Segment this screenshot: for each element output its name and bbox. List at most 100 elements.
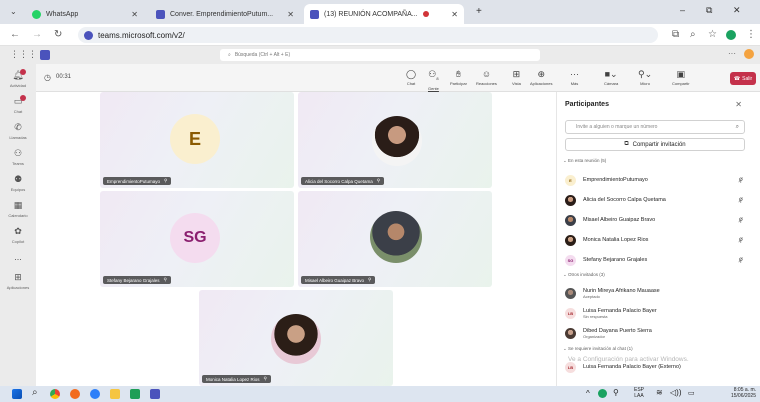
participant-name: Misael Albeiro Guaipaz Bravo — [305, 277, 365, 283]
tray-chevron-icon[interactable]: ^ — [586, 389, 590, 398]
new-tab-icon[interactable]: + — [476, 6, 482, 17]
rail-item-teams[interactable]: ⚇ Teams — [0, 144, 36, 170]
rail-item-calendar[interactable]: ▦ Calendario — [0, 196, 36, 222]
teams-icon[interactable] — [150, 389, 160, 399]
search-input[interactable]: ⌕ Búsqueda (Ctrl + Alt + E) — [220, 49, 540, 61]
section-invited[interactable]: ⌄ Otros invitados (3) — [563, 272, 605, 278]
tool-label: Aplicaciones — [530, 81, 553, 86]
video-tile[interactable]: Misael Albeiro Guaipaz Bravo ⚲ — [298, 191, 492, 287]
profile-avatar[interactable] — [726, 30, 736, 40]
file-explorer-icon[interactable] — [110, 389, 120, 399]
participant-row[interactable]: Alicia del Socorro Calpa Quetama ⚲̸ — [565, 191, 749, 209]
more-options-icon[interactable]: ··· — [728, 49, 736, 58]
rail-item-activity[interactable]: 🔔︎ Actividad — [0, 66, 36, 92]
back-icon[interactable]: ← — [10, 29, 20, 40]
participant-name: Dibed Dayana Puerto Sierra — [583, 327, 652, 334]
mic-button[interactable]: ⚲⌄ Micro — [638, 69, 652, 86]
bookmark-star-icon[interactable]: ☆ — [708, 29, 717, 40]
avatar — [565, 287, 576, 299]
browser-menu-icon[interactable]: ⋮ — [746, 29, 756, 40]
participant-name-tag: EmprendimientoPutumayo ⚲ — [103, 177, 172, 185]
tool-label: Gente — [428, 85, 439, 91]
people-button[interactable]: ⚇8 Gente — [428, 69, 439, 91]
participant-row[interactable]: Monica Natalia Lopez Rios ⚲̸ — [565, 231, 749, 249]
meeting-toolbar: ◷ 00:31 ◯ Chat ⚇8 Gente ✋︎ Participar ☺ Reac… — [36, 64, 760, 92]
battery-icon[interactable]: ▭ — [688, 389, 695, 397]
participant-row[interactable]: SG Stefany Bejarano Grajales ⚲̸ — [565, 251, 749, 269]
teams-logo-icon — [40, 50, 50, 60]
tool-label: Cámara — [604, 81, 619, 86]
chat-button[interactable]: ◯ Chat — [406, 69, 416, 86]
tool-label: Vista — [512, 81, 521, 86]
clock[interactable]: 8:05 a. m. 15/06/2025 — [704, 387, 756, 399]
app-icon[interactable] — [130, 389, 140, 399]
invited-row[interactable]: Dibed Dayana Puerto Sierra Organizador — [565, 324, 749, 342]
wifi-icon[interactable]: ≋ — [656, 388, 663, 397]
forward-icon[interactable]: → — [32, 29, 42, 40]
tray-app-icon[interactable] — [598, 389, 607, 398]
avatar — [271, 314, 321, 364]
tool-label: Más — [570, 81, 579, 86]
tab-meeting[interactable]: (13) REUNIÓN ACOMPAÑA... ✕ — [304, 4, 464, 24]
video-tile[interactable]: Monica Natalia Lopez Rios ⚲ — [199, 290, 393, 386]
language-indicator[interactable]: ESP LAA — [634, 387, 644, 399]
video-tile[interactable]: E EmprendimientoPutumayo ⚲ — [100, 92, 294, 188]
video-tile[interactable]: Alicia del Socorro Calpa Quetama ⚲ — [298, 92, 492, 188]
site-info-icon[interactable] — [84, 30, 93, 40]
start-icon[interactable] — [12, 389, 22, 399]
apps-button[interactable]: ⊕ Aplicaciones — [530, 69, 552, 86]
invite-input[interactable]: Invite a alguien o marque un número ⌕ — [565, 120, 745, 134]
section-chat-invite[interactable]: ⌄ Se requiere invitación al chat (1) — [563, 346, 633, 352]
participant-row[interactable]: Misael Albeiro Guaipaz Bravo ⚲̸ — [565, 211, 749, 229]
notification-badge — [20, 95, 26, 101]
participant-row[interactable]: E EmprendimientoPutumayo ⚲̸ — [565, 171, 749, 189]
rail-item-apps[interactable]: ⊞ Aplicaciones — [0, 268, 36, 294]
section-in-meeting[interactable]: ⌄ En esta reunión (5) — [563, 158, 606, 164]
rail-item-chat[interactable]: ▭ Chat — [0, 92, 36, 118]
close-panel-icon[interactable]: ✕ — [735, 100, 742, 109]
avatar — [565, 194, 576, 206]
windows-activation-watermark: Ve a Configuración para activar Windows. — [568, 356, 689, 363]
leave-button[interactable]: ☎ Salir — [730, 72, 756, 85]
share-invite-button[interactable]: ⧉ Compartir invitación — [565, 138, 745, 151]
tool-label: Reacciones — [476, 81, 497, 86]
rail-item-calls[interactable]: ✆ Llamadas — [0, 118, 36, 144]
camera-button[interactable]: ■⌄ Cámara — [604, 69, 618, 86]
raise-hand-button[interactable]: ✋︎ Participar — [450, 69, 467, 86]
tool-label: Micro — [640, 81, 650, 86]
tab-whatsapp[interactable]: WhatsApp ✕ — [26, 4, 144, 24]
user-avatar[interactable] — [744, 49, 754, 59]
minimize-icon[interactable]: – — [680, 5, 685, 15]
install-app-icon[interactable]: ⧉ — [672, 29, 679, 40]
close-icon[interactable]: ✕ — [131, 10, 138, 19]
app-icon[interactable] — [90, 389, 100, 399]
app-launcher-icon[interactable]: ⋮⋮⋮ — [10, 49, 37, 60]
invited-row[interactable]: LB Luisa Fernanda Palacio Bayer Sin respu… — [565, 304, 749, 322]
video-tile[interactable]: SG Stefany Bejarano Grajales ⚲ — [100, 191, 294, 287]
mic-muted-icon: ⚲̸ — [738, 217, 743, 224]
reactions-button[interactable]: ☺ Reacciones — [476, 69, 497, 86]
reload-icon[interactable]: ↻ — [54, 29, 62, 40]
tab-list-chevron-icon[interactable]: ⌄ — [10, 7, 17, 16]
search-icon[interactable]: ⌕ — [32, 387, 38, 398]
tab-conversation[interactable]: Conver. EmprendimientoPutum... ✕ — [150, 4, 300, 24]
pin-icon: ⚲ — [613, 388, 619, 397]
close-window-icon[interactable]: ✕ — [733, 5, 741, 16]
more-button[interactable]: ··· Más — [570, 69, 579, 86]
browser-icon[interactable] — [50, 389, 60, 399]
view-button[interactable]: ⊞ Vista — [512, 69, 521, 86]
zoom-icon[interactable]: ⌕ — [690, 29, 696, 40]
invited-row[interactable]: Nurin Mireya Afrikano Mauaase Aceptado — [565, 284, 749, 302]
rail-item-more[interactable]: ... — [0, 244, 36, 270]
mic-muted-icon: ⚲̸ — [738, 257, 743, 264]
rail-label: Chat — [13, 109, 23, 114]
rail-item-groups[interactable]: ⚉ Equipos — [0, 170, 36, 196]
volume-icon[interactable]: ◁)) — [670, 388, 681, 397]
share-button[interactable]: ▣ Compartir — [672, 69, 690, 86]
url-field[interactable]: teams.microsoft.com/v2/ — [78, 27, 658, 43]
maximize-icon[interactable]: ⧉ — [706, 5, 712, 16]
close-icon[interactable]: ✕ — [287, 10, 294, 19]
address-bar: ← → ↻ teams.microsoft.com/v2/ ⧉ ⌕ ☆ ⋮ — [0, 24, 760, 46]
close-icon[interactable]: ✕ — [451, 10, 458, 19]
app-icon[interactable] — [70, 389, 80, 399]
